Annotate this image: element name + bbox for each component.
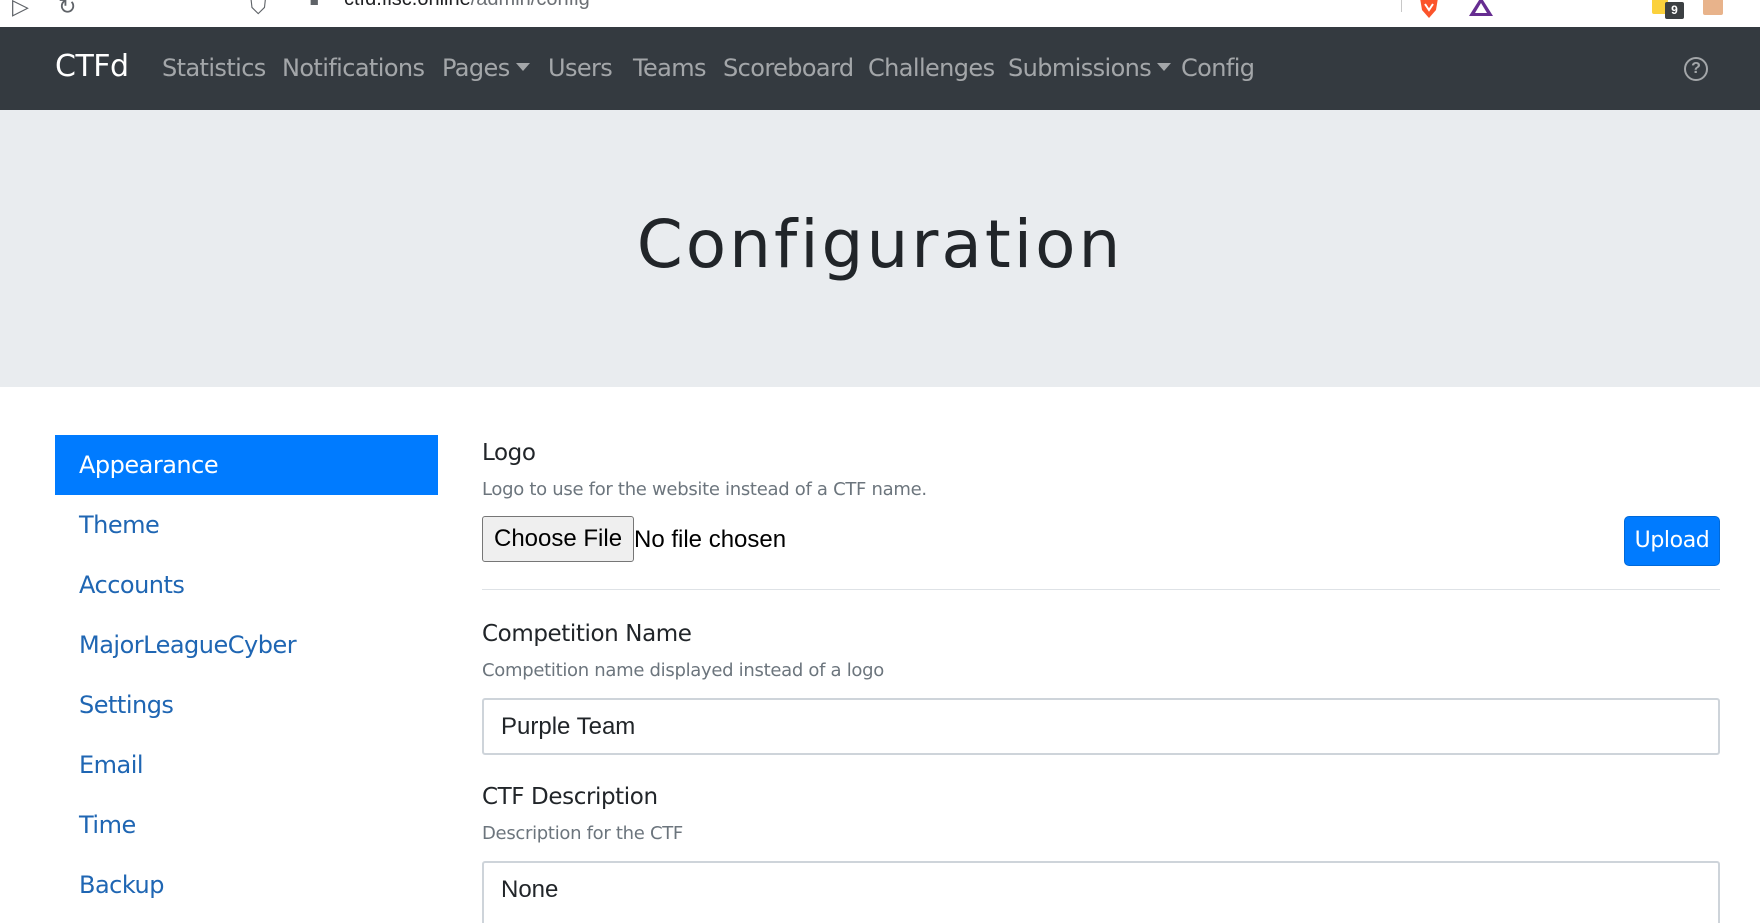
address-bar[interactable]: ctfd.fisc.online/admin/config — [294, 0, 1404, 20]
logo-help-text: Logo to use for the website instead of a… — [482, 479, 927, 500]
nav-users[interactable]: Users — [548, 54, 613, 82]
ctf-description-help-text: Description for the CTF — [482, 823, 683, 844]
extension-badge: 9 — [1665, 2, 1684, 19]
logo-label: Logo — [482, 440, 536, 466]
file-status-text: No file chosen — [634, 526, 787, 553]
brand-logo[interactable]: CTFd — [55, 49, 129, 84]
bookmark-icon[interactable]: ⛉ — [250, 0, 267, 20]
nav-config[interactable]: Config — [1181, 54, 1255, 82]
page-header: Configuration — [0, 110, 1760, 387]
nav-challenges[interactable]: Challenges — [868, 54, 995, 82]
brave-rewards-icon[interactable] — [1468, 0, 1494, 18]
brave-shield-icon[interactable] — [1418, 0, 1440, 20]
ctf-description-textarea[interactable]: None — [482, 861, 1720, 923]
sidebar-item-majorleaguecyber[interactable]: MajorLeagueCyber — [55, 615, 438, 675]
config-sidebar: Appearance Theme Accounts MajorLeagueCyb… — [55, 435, 438, 915]
sidebar-item-accounts[interactable]: Accounts — [55, 555, 438, 615]
reload-icon[interactable]: ↻ — [58, 0, 76, 20]
top-navbar: CTFd Statistics Notifications Pages User… — [0, 27, 1760, 110]
nav-submissions-dropdown[interactable]: Submissions — [1008, 54, 1172, 82]
sidebar-item-time[interactable]: Time — [55, 795, 438, 855]
nav-teams[interactable]: Teams — [633, 54, 707, 82]
competition-name-label: Competition Name — [482, 621, 692, 647]
toolbar-separator — [1401, 0, 1402, 12]
nav-notifications[interactable]: Notifications — [282, 54, 425, 82]
sidebar-item-theme[interactable]: Theme — [55, 495, 438, 555]
choose-file-button[interactable]: Choose File — [482, 516, 635, 562]
lock-icon[interactable]: 🔒︎ — [310, 0, 319, 10]
profile-extension-icon[interactable] — [1702, 0, 1724, 18]
url-path: /admin/config — [471, 0, 590, 10]
page-title: Configuration — [636, 206, 1124, 283]
competition-name-input[interactable]: Purple Team — [482, 698, 1720, 755]
competition-name-help-text: Competition name displayed instead of a … — [482, 660, 884, 681]
help-icon[interactable]: ? — [1684, 57, 1708, 81]
browser-toolbar: ▷ ↻ ⛉ ctfd.fisc.online/admin/config 🔒︎ 9 — [0, 0, 1760, 27]
caret-down-icon — [1157, 63, 1172, 71]
nav-submissions-label: Submissions — [1008, 54, 1152, 82]
caret-down-icon — [515, 63, 530, 71]
sidebar-item-settings[interactable]: Settings — [55, 675, 438, 735]
sidebar-item-appearance[interactable]: Appearance — [55, 435, 438, 495]
nav-scoreboard[interactable]: Scoreboard — [723, 54, 854, 82]
sidebar-item-email[interactable]: Email — [55, 735, 438, 795]
nav-pages-dropdown[interactable]: Pages — [442, 54, 530, 82]
url-host: ctfd.fisc.online — [344, 0, 471, 10]
sidebar-item-backup[interactable]: Backup — [55, 855, 438, 915]
section-divider — [482, 589, 1720, 590]
ctf-description-label: CTF Description — [482, 784, 658, 810]
forward-icon[interactable]: ▷ — [12, 0, 29, 20]
upload-button[interactable]: Upload — [1624, 516, 1720, 566]
nav-pages-label: Pages — [442, 54, 510, 82]
nav-statistics[interactable]: Statistics — [162, 54, 266, 82]
